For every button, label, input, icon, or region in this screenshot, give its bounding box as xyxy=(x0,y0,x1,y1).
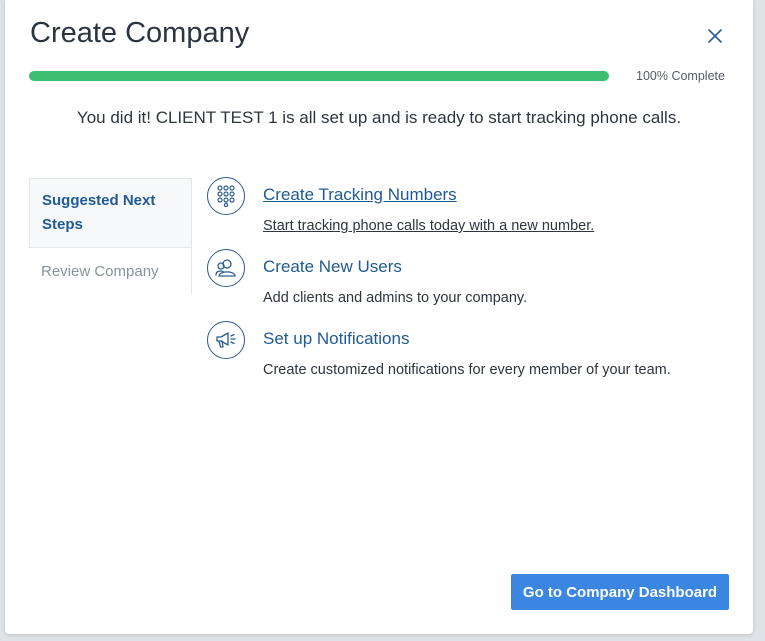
progress-bar-fill xyxy=(29,71,609,81)
tab-suggested-next-steps[interactable]: Suggested Next Steps xyxy=(29,178,191,248)
close-icon xyxy=(708,29,722,43)
progress-bar xyxy=(29,71,609,81)
create-new-users-description: Add clients and admins to your company. xyxy=(263,290,528,306)
step-create-new-users: Create New Users Add clients and admins … xyxy=(207,249,727,321)
keypad-icon xyxy=(207,177,245,215)
modal-title: Create Company xyxy=(30,17,250,49)
create-new-users-link[interactable]: Create New Users xyxy=(263,257,402,277)
step-set-up-notifications: Set up Notifications Create customized n… xyxy=(207,321,727,393)
step-create-tracking-numbers: Create Tracking Numbers Start tracking p… xyxy=(207,177,727,249)
set-up-notifications-link[interactable]: Set up Notifications xyxy=(263,329,409,349)
create-tracking-numbers-link[interactable]: Create Tracking Numbers xyxy=(263,185,457,205)
create-company-modal: Create Company 100% Complete You did it!… xyxy=(5,0,753,634)
tab-review-company[interactable]: Review Company xyxy=(29,248,191,294)
progress-label: 100% Complete xyxy=(636,69,725,83)
go-to-company-dashboard-button[interactable]: Go to Company Dashboard xyxy=(511,574,729,610)
close-button[interactable] xyxy=(705,26,725,46)
users-icon xyxy=(207,249,245,287)
megaphone-icon xyxy=(207,321,245,359)
set-up-notifications-description: Create customized notifications for ever… xyxy=(263,362,671,378)
completion-message: You did it! CLIENT TEST 1 is all set up … xyxy=(76,108,682,127)
suggested-steps-list: Create Tracking Numbers Start tracking p… xyxy=(207,177,727,393)
side-tabs: Suggested Next Steps Review Company xyxy=(29,178,192,294)
create-tracking-numbers-description[interactable]: Start tracking phone calls today with a … xyxy=(263,218,594,234)
